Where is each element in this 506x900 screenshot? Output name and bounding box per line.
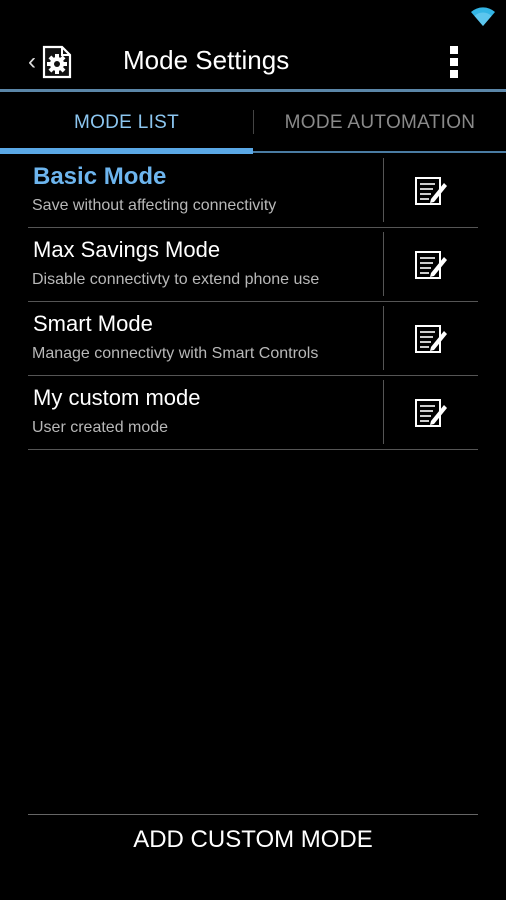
tab-mode-list[interactable]: MODE LIST: [0, 92, 253, 154]
edit-note-icon: [415, 324, 447, 353]
mode-item-custom[interactable]: My custom mode User created mode: [28, 376, 378, 449]
action-bar: ‹ Mode Settings: [0, 30, 506, 90]
back-chevron-icon: ‹: [28, 48, 36, 75]
mode-list: Basic Mode Save without affecting connec…: [28, 154, 478, 450]
mode-subtitle: Disable connectivty to extend phone use: [32, 271, 320, 288]
edit-note-icon: [415, 250, 447, 279]
status-bar: [0, 0, 506, 30]
mode-subtitle: User created mode: [32, 419, 169, 436]
mode-title: Smart Mode: [33, 311, 153, 336]
screen: ‹ Mode Settings MODE LIST MODE AUTOMATIO…: [0, 0, 506, 900]
list-item: Max Savings Mode Disable connectivty to …: [28, 228, 478, 302]
list-item: My custom mode User created mode: [28, 376, 478, 450]
mode-item-smart[interactable]: Smart Mode Manage connectivty with Smart…: [28, 302, 378, 375]
tab-bar: MODE LIST MODE AUTOMATION: [0, 92, 506, 154]
page-title: Mode Settings: [123, 45, 290, 75]
mode-title: My custom mode: [33, 385, 201, 410]
mode-subtitle: Manage connectivty with Smart Controls: [32, 345, 319, 362]
mode-subtitle: Save without affecting connectivity: [32, 197, 277, 214]
mode-title: Basic Mode: [33, 163, 167, 190]
edit-mode-button[interactable]: [384, 154, 478, 227]
add-custom-mode-button[interactable]: ADD CUSTOM MODE: [0, 815, 506, 865]
list-item: Smart Mode Manage connectivty with Smart…: [28, 302, 478, 376]
mode-title: Max Savings Mode: [33, 237, 221, 262]
edit-mode-button[interactable]: [384, 228, 478, 301]
mode-item-max-savings[interactable]: Max Savings Mode Disable connectivty to …: [28, 228, 378, 301]
edit-note-icon: [415, 176, 447, 205]
up-navigation-button[interactable]: ‹: [28, 44, 74, 80]
overflow-menu-icon[interactable]: [442, 46, 466, 78]
edit-mode-button[interactable]: [384, 376, 478, 449]
list-item: Basic Mode Save without affecting connec…: [28, 154, 478, 228]
edit-mode-button[interactable]: [384, 302, 478, 375]
edit-note-icon: [415, 398, 447, 427]
wifi-icon: [471, 7, 495, 26]
settings-gear-icon: [42, 45, 72, 79]
mode-item-basic[interactable]: Basic Mode Save without affecting connec…: [28, 154, 378, 227]
tab-mode-automation[interactable]: MODE AUTOMATION: [254, 92, 506, 154]
